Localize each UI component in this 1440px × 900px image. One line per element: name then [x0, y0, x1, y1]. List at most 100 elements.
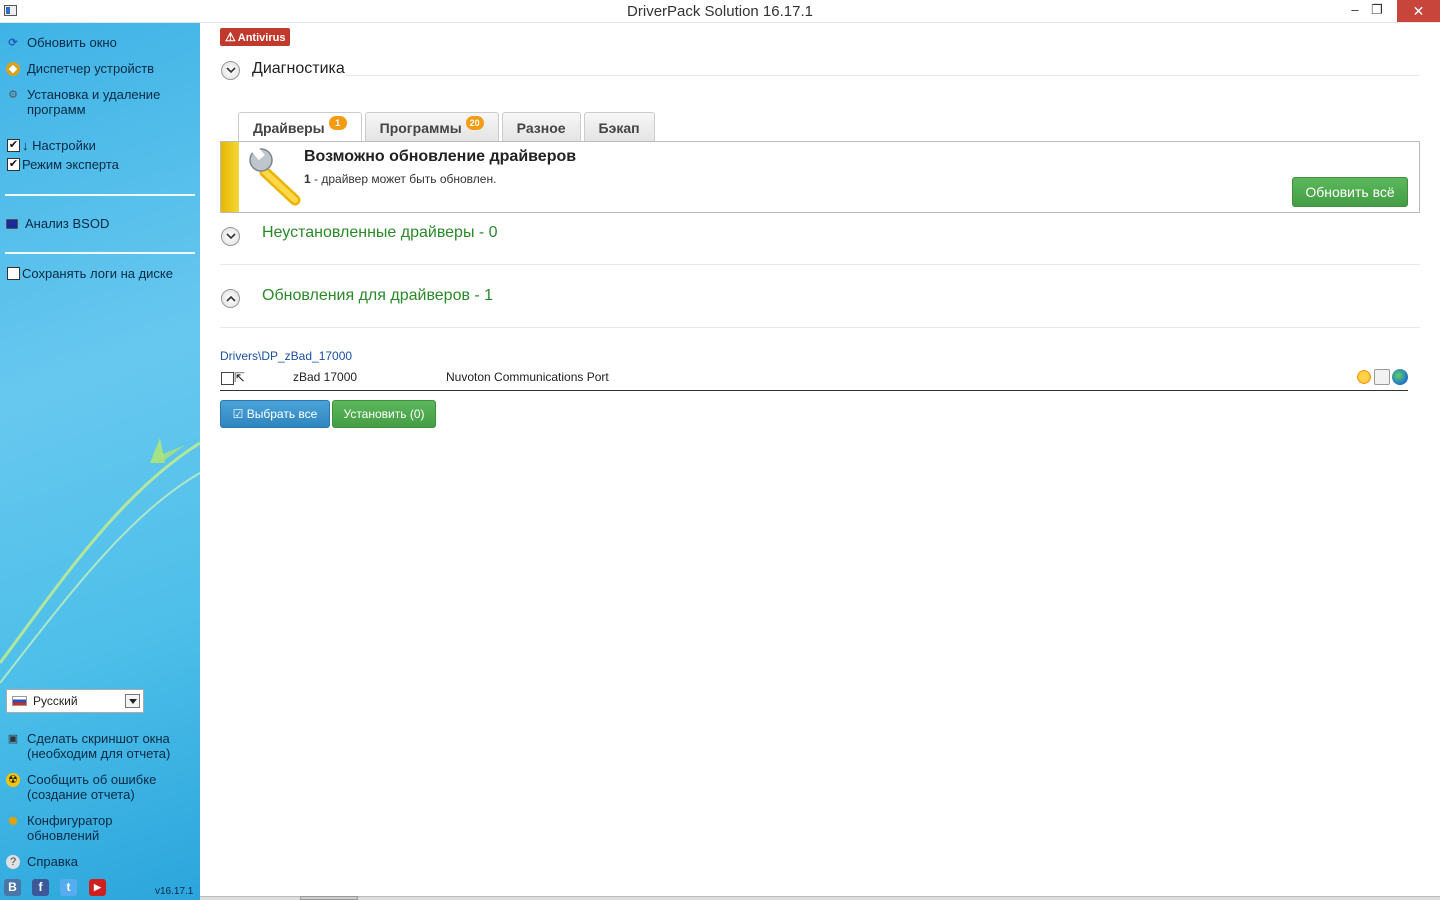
diagnostics-heading[interactable]: Диагностика [252, 60, 345, 78]
driver-checkbox[interactable] [221, 372, 234, 385]
save-logs-label: Сохранять логи на диске [22, 266, 173, 281]
count-badge: 20 [465, 116, 484, 130]
twitter-icon[interactable]: t [60, 879, 77, 896]
radiation-icon: ☢ [6, 773, 20, 787]
status-stripe [221, 142, 239, 212]
tab-label: Драйверы [253, 120, 325, 136]
vk-icon[interactable]: В [4, 879, 21, 896]
chevron-up-icon [226, 295, 236, 302]
panel-desc-text: - драйвер может быть обновлен. [310, 172, 497, 186]
divider [346, 75, 1420, 76]
divider [220, 327, 1420, 328]
panel-title: Возможно обновление драйверов [304, 148, 577, 165]
sidebar-divider [5, 252, 195, 254]
updates-collapse-toggle[interactable] [221, 289, 240, 308]
camera-icon: ▣ [7, 733, 19, 745]
language-value: Русский [33, 694, 78, 708]
tab-label: Бэкап [598, 120, 640, 136]
window-title: DriverPack Solution 16.17.1 [627, 3, 813, 20]
sidebar-divider [5, 194, 195, 196]
save-logs-toggle[interactable]: Сохранять логи на диске [7, 266, 173, 281]
antivirus-label: Antivirus [237, 32, 286, 44]
refresh-icon: ⟳ [8, 37, 18, 49]
not-installed-expand-toggle[interactable] [221, 227, 240, 246]
sidebar-item-label: Обновить окно [27, 35, 117, 50]
gear-icon: ✹ [7, 813, 19, 829]
driver-name: zBad 17000 [293, 370, 358, 384]
save-logs-checkbox[interactable] [7, 267, 20, 280]
not-installed-heading[interactable]: Неустановленные драйверы - 0 [262, 224, 498, 242]
monitor-icon [6, 219, 18, 229]
sidebar-item-install-remove[interactable]: ⚙ Установка и удаление программ [6, 87, 186, 117]
sidebar-item-report-error[interactable]: ☢ Сообщить об ошибке (создание отчета) [6, 772, 186, 802]
status-bar [200, 896, 1440, 900]
sidebar-item-label: Анализ BSOD [25, 216, 110, 231]
tab-misc[interactable]: Разное [501, 112, 581, 141]
sidebar-item-label: Конфигуратор обновлений [27, 813, 113, 843]
youtube-icon[interactable]: ▶ [89, 879, 106, 896]
update-count: 1 [304, 172, 311, 186]
tab-backup[interactable]: Бэкап [583, 112, 655, 141]
divider [220, 264, 1420, 265]
count-badge: 1 [328, 116, 347, 130]
sidebar: ⟳ Обновить окно ◆ Диспетчер устройств ⚙ … [0, 23, 200, 900]
sidebar-item-label: Диспетчер устройств [27, 61, 155, 76]
facebook-icon[interactable]: f [32, 879, 49, 896]
install-button[interactable]: Установить (0) [332, 400, 436, 428]
sidebar-item-screenshot[interactable]: ▣ Сделать скриншот окна (необходим для о… [6, 731, 186, 761]
expert-mode-toggle[interactable]: ✔ Режим эксперта [7, 157, 119, 172]
help-icon: ? [6, 855, 20, 869]
panel-description: 1 - драйвер может быть обновлен. [304, 172, 496, 186]
tab-drivers[interactable]: Драйверы 1 [238, 112, 362, 142]
sidebar-item-device-manager[interactable]: ◆ Диспетчер устройств [6, 61, 154, 76]
tab-label: Программы [379, 120, 462, 136]
table-row[interactable]: ⇱ zBad 17000 Nuvoton Communications Port [220, 367, 1408, 391]
sidebar-item-label: Справка [27, 854, 78, 869]
tab-label: Разное [516, 120, 566, 136]
update-notice-panel: Возможно обновление драйверов 1 - драйве… [220, 141, 1420, 213]
status-bar-tab [300, 896, 358, 900]
checkbox-icon: ☑ [232, 407, 247, 421]
chevron-down-icon [226, 233, 236, 240]
maximize-button[interactable]: ❐ [1362, 0, 1392, 22]
globe-icon [1392, 369, 1408, 385]
wrench-icon [249, 146, 301, 206]
chevron-down-icon [226, 67, 236, 74]
sun-icon [1356, 369, 1372, 385]
sidebar-item-refresh[interactable]: ⟳ Обновить окно [6, 35, 117, 50]
driver-status-icons [1356, 369, 1408, 385]
programs-icon: ⚙ [8, 89, 18, 101]
sidebar-item-label: Сделать скриншот окна (необходим для отч… [27, 731, 171, 761]
select-all-button[interactable]: ☑ Выбрать все [220, 400, 330, 428]
close-button[interactable]: ✕ [1397, 0, 1440, 22]
driver-pack-path[interactable]: Drivers\DP_zBad_17000 [220, 349, 352, 363]
updates-heading[interactable]: Обновления для драйверов - 1 [262, 287, 493, 305]
expert-mode-checkbox[interactable]: ✔ [7, 158, 20, 171]
sidebar-item-label: Сообщить об ошибке (создание отчета) [27, 772, 157, 802]
expand-arrow-icon[interactable]: ⇱ [234, 370, 245, 386]
sidebar-item-bsod[interactable]: Анализ BSOD [6, 216, 109, 231]
settings-toggle[interactable]: ✔ ↓ Настройки [7, 138, 96, 153]
expert-mode-label: Режим эксперта [22, 157, 119, 172]
warning-icon: ⚠ [225, 30, 236, 44]
background-swoosh [0, 438, 200, 684]
main-content: ⚠ Antivirus Диагностика Драйверы 1 Програм… [200, 23, 1440, 900]
language-select[interactable]: Русский [6, 689, 144, 713]
select-all-label: Выбрать все [246, 407, 318, 421]
shield-icon: ◆ [6, 62, 20, 76]
update-all-button[interactable]: Обновить всё [1292, 177, 1408, 207]
diagnostics-expand-toggle[interactable] [221, 61, 240, 80]
sidebar-item-label: Установка и удаление программ [27, 87, 161, 117]
tab-bar: Драйверы 1 Программы 20 Разное Бэкап [238, 112, 658, 142]
version-label: v16.17.1 [155, 886, 194, 897]
tab-programs[interactable]: Программы 20 [364, 112, 499, 141]
doc-question-icon [1374, 369, 1390, 385]
russia-flag-icon [12, 696, 27, 706]
settings-label: ↓ Настройки [22, 138, 96, 153]
sidebar-item-help[interactable]: ? Справка [6, 854, 78, 869]
sidebar-item-configurator[interactable]: ✹ Конфигуратор обновлений [6, 813, 126, 843]
antivirus-badge[interactable]: ⚠ Antivirus [220, 28, 291, 46]
chevron-down-icon[interactable] [125, 694, 140, 708]
settings-checkbox[interactable]: ✔ [7, 139, 20, 152]
title-bar: DriverPack Solution 16.17.1 – ❐ ✕ [0, 0, 1440, 23]
